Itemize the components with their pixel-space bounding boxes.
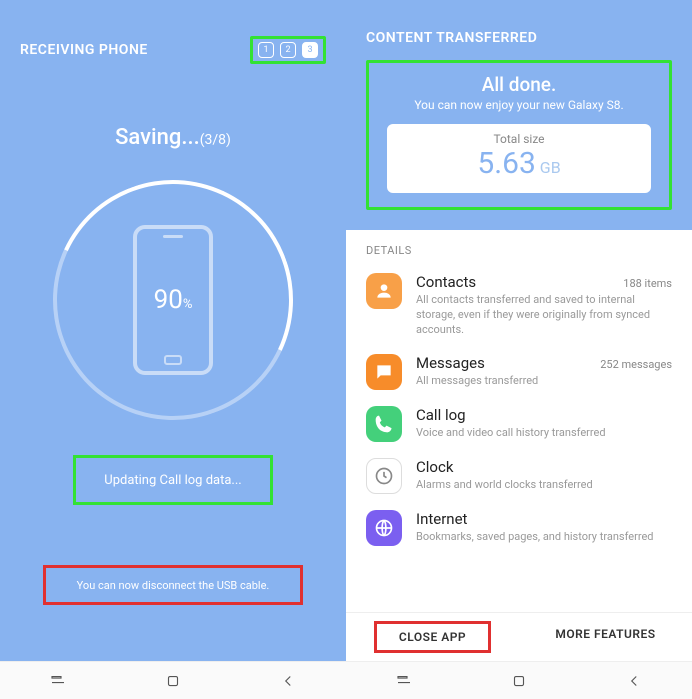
phone-icon: [366, 406, 402, 442]
home-icon[interactable]: [164, 672, 182, 690]
messages-icon: [366, 354, 402, 390]
detail-desc: All messages transferred: [416, 374, 672, 389]
close-app-button[interactable]: CLOSE APP: [346, 613, 519, 661]
detail-desc: Voice and video call history transferred: [416, 426, 672, 441]
detail-count: 188 items: [623, 277, 672, 290]
detail-item[interactable]: Internet Bookmarks, saved pages, and his…: [366, 502, 672, 554]
detail-count: 252 messages: [600, 358, 672, 371]
saving-label: Saving...: [115, 125, 200, 150]
contacts-icon: [366, 273, 402, 309]
clock-icon: [366, 458, 402, 494]
right-header: CONTENT TRANSFERRED All done. You can no…: [346, 0, 692, 230]
content-transferred-title: CONTENT TRANSFERRED: [366, 30, 672, 46]
total-size-unit: GB: [540, 158, 561, 177]
enjoy-label: You can now enjoy your new Galaxy S8.: [387, 98, 651, 112]
status-text: Updating Call log data...: [73, 455, 273, 505]
bottom-buttons: CLOSE APP MORE FEATURES: [346, 612, 692, 661]
detail-title: Messages: [416, 354, 485, 372]
percent-unit: %: [183, 297, 193, 312]
detail-title: Internet: [416, 510, 467, 528]
detail-body: Call log Voice and video call history tr…: [416, 406, 672, 441]
saving-title: Saving...(3/8): [20, 125, 326, 150]
detail-title: Call log: [416, 406, 466, 424]
recent-apps-icon[interactable]: [49, 672, 67, 690]
detail-body: Messages 252 messages All messages trans…: [416, 354, 672, 389]
details-label: DETAILS: [346, 230, 692, 265]
detail-body: Clock Alarms and world clocks transferre…: [416, 458, 672, 493]
percent-display: 90%: [154, 285, 193, 315]
total-size-label: Total size: [387, 132, 651, 146]
receiving-phone-screen: RECEIVING PHONE 1 2 3 Saving...(3/8) 90%…: [0, 0, 346, 699]
step-indicator: 1 2 3: [250, 36, 326, 64]
saving-count: (3/8): [200, 132, 231, 148]
receiving-title: RECEIVING PHONE: [20, 42, 148, 58]
detail-title: Contacts: [416, 273, 476, 291]
step-3: 3: [302, 42, 318, 58]
detail-desc: Bookmarks, saved pages, and history tran…: [416, 530, 672, 545]
detail-desc: Alarms and world clocks transferred: [416, 478, 672, 493]
back-icon[interactable]: [625, 672, 643, 690]
step-1: 1: [258, 42, 274, 58]
detail-item[interactable]: Clock Alarms and world clocks transferre…: [366, 450, 672, 502]
disconnect-text: You can now disconnect the USB cable.: [43, 565, 303, 605]
detail-desc: All contacts transferred and saved to in…: [416, 293, 672, 338]
percent-value: 90: [154, 285, 183, 315]
more-features-button[interactable]: MORE FEATURES: [519, 613, 692, 661]
detail-item[interactable]: Messages 252 messages All messages trans…: [366, 346, 672, 398]
detail-body: Contacts 188 items All contacts transfer…: [416, 273, 672, 338]
detail-body: Internet Bookmarks, saved pages, and his…: [416, 510, 672, 545]
recent-apps-icon[interactable]: [395, 672, 413, 690]
total-size-value: 5.63: [477, 146, 536, 181]
android-navbar-left: [0, 661, 346, 699]
content-transferred-screen: CONTENT TRANSFERRED All done. You can no…: [346, 0, 692, 699]
home-icon[interactable]: [510, 672, 528, 690]
step-2: 2: [280, 42, 296, 58]
back-icon[interactable]: [279, 672, 297, 690]
done-box: All done. You can now enjoy your new Gal…: [366, 60, 672, 210]
detail-title: Clock: [416, 458, 453, 476]
progress-ring: 90%: [53, 180, 293, 420]
left-header: RECEIVING PHONE 1 2 3: [20, 0, 326, 70]
detail-item[interactable]: Contacts 188 items All contacts transfer…: [366, 265, 672, 346]
detail-item[interactable]: Call log Voice and video call history tr…: [366, 398, 672, 450]
android-navbar-right: [346, 661, 692, 699]
detail-list[interactable]: Contacts 188 items All contacts transfer…: [346, 265, 692, 554]
internet-icon: [366, 510, 402, 546]
all-done-label: All done.: [387, 73, 651, 96]
total-size-card: Total size 5.63 GB: [387, 124, 651, 193]
close-app-label: CLOSE APP: [374, 621, 491, 653]
